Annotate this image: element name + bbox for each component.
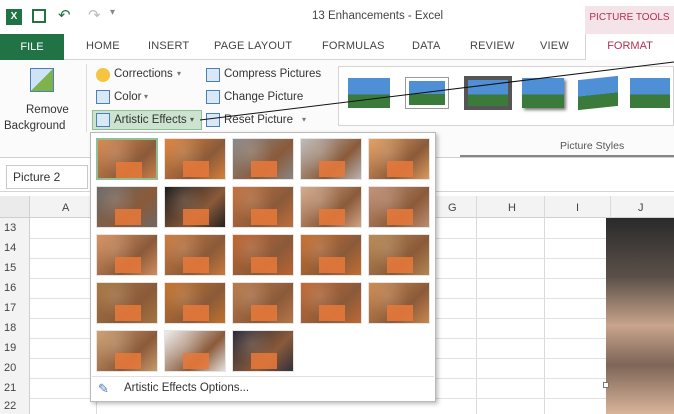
artistic-effect-thumbnail[interactable]: [368, 186, 430, 228]
artistic-effect-thumbnail[interactable]: [300, 282, 362, 324]
artistic-effect-thumbnail[interactable]: [164, 186, 226, 228]
artistic-effect-thumbnail[interactable]: [164, 234, 226, 276]
column-header-a[interactable]: A: [62, 202, 69, 214]
artistic-effect-thumbnail[interactable]: [232, 234, 294, 276]
row-header-21[interactable]: 21: [0, 382, 30, 400]
grid-line-v: [476, 196, 477, 414]
artistic-effect-thumbnail[interactable]: [232, 282, 294, 324]
column-header-h[interactable]: H: [508, 202, 516, 214]
artistic-effect-thumbnail[interactable]: [300, 138, 362, 180]
artistic-effect-thumbnail[interactable]: [96, 138, 158, 180]
select-all-corner[interactable]: [0, 196, 30, 218]
artistic-effect-thumbnail[interactable]: [96, 186, 158, 228]
artistic-effect-thumbnail[interactable]: [96, 330, 158, 372]
column-header-i[interactable]: I: [576, 202, 579, 214]
artistic-effect-thumbnail[interactable]: [232, 330, 294, 372]
artistic-effect-thumbnail[interactable]: [232, 186, 294, 228]
artistic-effects-options-row[interactable]: ✎ Artistic Effects Options...: [92, 376, 434, 400]
row-header-18[interactable]: 18: [0, 322, 30, 340]
row-header-22[interactable]: 22: [0, 400, 30, 414]
artistic-effect-thumbnail[interactable]: [368, 282, 430, 324]
artistic-effect-thumbnail[interactable]: [300, 186, 362, 228]
row-header-19[interactable]: 19: [0, 342, 30, 360]
row-header-15[interactable]: 15: [0, 262, 30, 280]
column-header-g[interactable]: G: [448, 202, 457, 214]
artistic-effect-thumbnail[interactable]: [368, 138, 430, 180]
row-header-14[interactable]: 14: [0, 242, 30, 260]
artistic-effect-thumbnail[interactable]: [300, 234, 362, 276]
name-box[interactable]: Picture 2: [6, 165, 88, 189]
artistic-effect-thumbnail[interactable]: [96, 234, 158, 276]
artistic-effects-options-icon: ✎: [98, 381, 109, 396]
column-header-j[interactable]: J: [638, 202, 644, 214]
grid-line-v: [544, 196, 545, 414]
row-header-17[interactable]: 17: [0, 302, 30, 320]
inserted-picture[interactable]: [606, 218, 674, 414]
artistic-effect-thumbnail[interactable]: [164, 138, 226, 180]
artistic-effect-thumbnail[interactable]: [96, 282, 158, 324]
row-header-20[interactable]: 20: [0, 362, 30, 380]
row-header-13[interactable]: 13: [0, 222, 30, 240]
artistic-effect-thumbnail[interactable]: [164, 330, 226, 372]
callout-line-artistic-effects: [199, 61, 674, 121]
artistic-effect-thumbnail[interactable]: [368, 234, 430, 276]
row-header-16[interactable]: 16: [0, 282, 30, 300]
picture-resize-handle[interactable]: [603, 382, 609, 388]
artistic-effect-thumbnail[interactable]: [232, 138, 294, 180]
artistic-effect-thumbnail[interactable]: [164, 282, 226, 324]
artistic-effects-options-label: Artistic Effects Options...: [124, 382, 250, 394]
